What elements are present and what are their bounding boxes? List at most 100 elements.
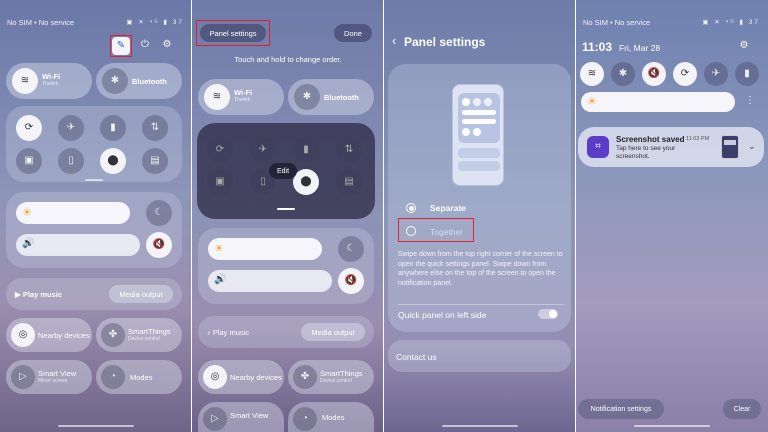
auto-rotate-icon[interactable]: ⟳ [673,62,697,86]
mute-icon[interactable]: 🔇 [642,62,666,86]
status-icons: ▣ ✕ ⁴ᴳ ▮ 37 [702,19,760,26]
highlight-box [398,218,474,242]
flashlight-icon[interactable]: ▮ [100,115,126,141]
smart-view-tile[interactable]: ▷ Smart View [198,402,284,432]
auto-rotate-icon[interactable]: ⟳ [16,115,42,141]
smart-view-label: Smart View [230,411,269,420]
brightness-slider[interactable] [208,238,322,260]
location-icon[interactable]: ⬤ [100,148,126,174]
highlight-box [196,20,270,46]
nearby-devices-tile[interactable]: ◎ Nearby devices [198,360,284,394]
media-output-button[interactable]: Media output [301,323,365,341]
modes-label: Modes [130,373,153,382]
play-music-label[interactable]: ♪ Play music [207,328,249,337]
highlight-box [110,35,132,57]
bluetooth-tile[interactable]: ✱ Bluetooth [288,79,374,115]
wifi-network: TheArk [42,81,59,87]
preview-tile [458,148,500,158]
contact-us-row[interactable]: Contact us [388,340,571,372]
back-arrow-icon[interactable]: ‹ [392,33,396,48]
notification-settings-button[interactable]: Notification settings [578,399,664,419]
smartthings-sub: Device control [320,378,352,384]
preview-dot [473,98,481,106]
layout-description: Swipe down from the top right corner of … [398,251,563,287]
smartthings-icon: ✤ [101,323,125,347]
smartthings-tile[interactable]: ✤ SmartThings Device control [288,360,374,394]
mute-icon[interactable]: 🔇 [146,232,172,258]
quick-panel-left-toggle[interactable] [538,309,558,319]
smart-view-tile[interactable]: ▷ Smart View Mirror screen [6,360,92,394]
grid-handle [277,208,295,210]
modes-tile[interactable]: ◔ Modes [96,360,182,394]
smart-view-icon: ▷ [203,407,227,431]
media-output-button[interactable]: Media output [109,285,173,303]
smart-view-icon: ▷ [11,365,35,389]
nearby-devices-tile[interactable]: ◎ Nearby devices [6,318,92,352]
data-transfer-icon[interactable]: ⇅ [142,115,168,141]
music-card: ▶ Play music Media output [6,278,182,310]
volume-slider[interactable] [208,270,332,292]
quick-toggles-grid-editing[interactable]: ⟳ ✈ ▮ ⇅ ▣ ▯ ⬤ ▤ Edit [197,123,375,219]
modes-tile[interactable]: ◔ Modes [288,402,374,432]
battery-saver-icon[interactable]: ▯ [58,148,84,174]
gear-icon[interactable]: ⚙ [737,39,751,53]
sun-icon: ☀ [214,243,224,255]
done-button[interactable]: Done [334,24,372,42]
bluetooth-label: Bluetooth [324,93,359,102]
mute-icon[interactable]: 🔇 [338,268,364,294]
wifi-icon[interactable]: ≋ [580,62,604,86]
more-options-icon[interactable]: ⋮ [745,95,755,106]
sun-icon: ☀ [587,96,597,108]
play-music-label[interactable]: ▶ Play music [15,290,62,299]
airplane-icon[interactable]: ✈ [704,62,728,86]
screenshot-thumbnail [721,135,739,159]
bluetooth-tile[interactable]: ✱ Bluetooth [96,63,182,99]
brightness-slider[interactable] [581,92,735,112]
bluetooth-label: Bluetooth [132,77,167,86]
notification-settings-label: Notification settings [590,405,652,413]
flashlight-icon[interactable]: ▮ [735,62,759,86]
volume-slider[interactable] [16,234,140,256]
nearby-devices-label: Nearby devices [38,331,90,340]
moon-icon[interactable]: ☾ [338,236,364,262]
smartthings-tile[interactable]: ✤ SmartThings Device control [96,318,182,352]
edit-badge[interactable]: Edit [269,163,297,179]
smartthings-label: SmartThings [128,327,171,336]
wifi-network: TheArk [234,97,251,103]
clear-button[interactable]: Clear [723,399,761,419]
smartthings-icon: ✤ [293,365,317,389]
nfc-icon[interactable]: ▣ [16,148,42,174]
page-title: Panel settings [404,35,486,49]
done-label: Done [344,28,362,38]
flashlight-icon: ▮ [293,137,319,163]
quick-panel-left-label: Quick panel on left side [398,310,487,320]
cast-icon: ▤ [336,169,362,195]
notification-title: Screenshot saved [616,135,685,144]
separate-radio[interactable] [406,203,416,213]
nav-bar [442,425,518,427]
bluetooth-icon[interactable]: ✱ [611,62,635,86]
chevron-down-icon[interactable]: ⌄ [748,141,756,152]
brightness-slider[interactable] [16,202,130,224]
gear-icon[interactable]: ⚙ [160,38,174,52]
wifi-tile[interactable]: ≋ Wi-Fi TheArk [6,63,92,99]
power-icon[interactable]: ⏻ [138,38,152,52]
screenshot-notification[interactable]: ⌗ Screenshot saved 11:03 PM Tap here to … [578,127,764,167]
reorder-hint: Touch and hold to change order. [234,55,342,64]
volume-icon: 🔊 [22,238,35,249]
date: Fri, Mar 28 [619,43,661,53]
airplane-icon[interactable]: ✈ [58,115,84,141]
airplane-icon: ✈ [250,137,276,163]
sun-icon: ☀ [22,207,32,219]
play-music-text: Play music [212,328,250,337]
clock: 11:03 [582,40,613,54]
slider-card: ☀ ☾ 🔊 🔇 [6,192,182,268]
auto-rotate-icon: ⟳ [207,137,233,163]
status-carrier: No SIM • No service [7,18,75,27]
moon-icon[interactable]: ☾ [146,200,172,226]
cast-icon[interactable]: ▤ [142,148,168,174]
wifi-tile[interactable]: ≋ Wi-Fi TheArk [198,79,284,115]
media-output-label: Media output [311,327,355,337]
edit-panel-screen: Panel settings Done Touch and hold to ch… [192,0,384,432]
preview-dot [462,128,470,136]
